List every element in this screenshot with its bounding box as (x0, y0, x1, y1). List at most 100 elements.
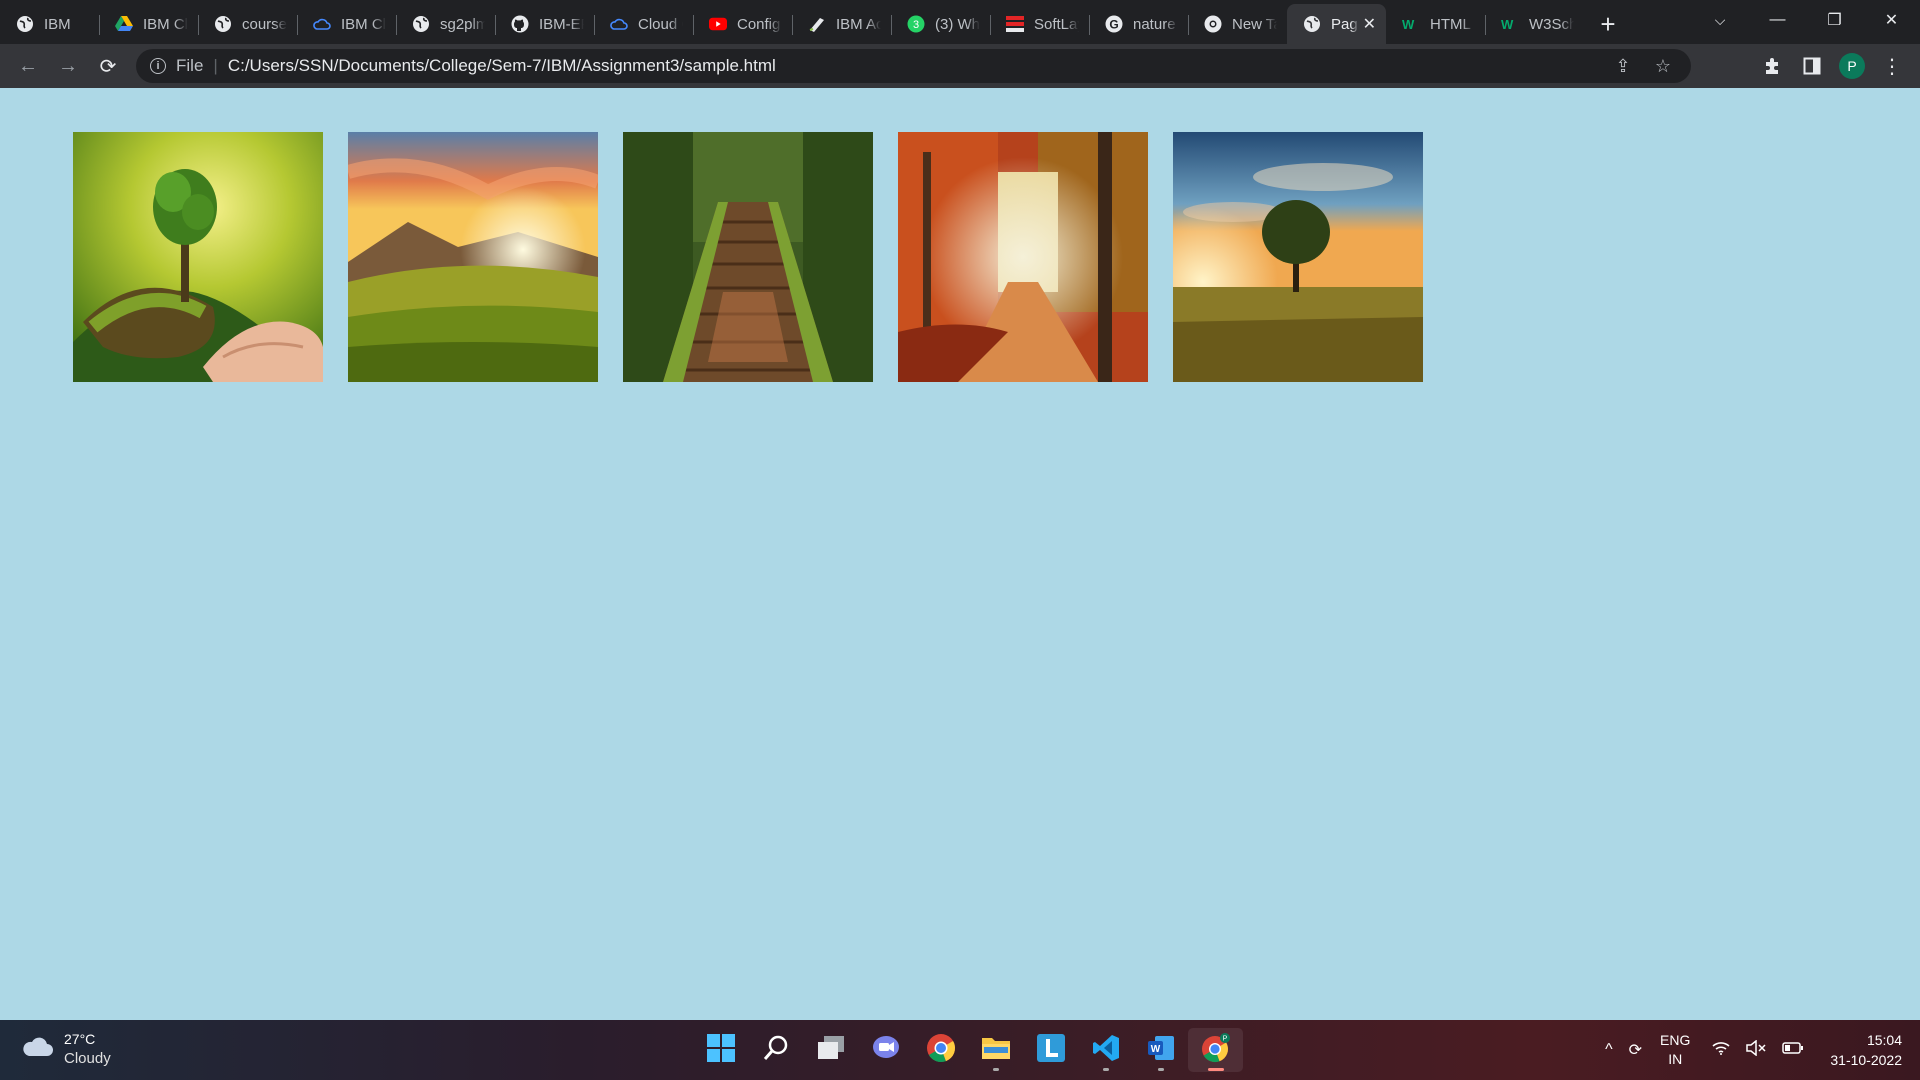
tab-ibm-cloud[interactable]: IBM Cl (297, 4, 396, 44)
task-view-button[interactable] (803, 1028, 858, 1072)
clock[interactable]: 15:04 31-10-2022 (1830, 1030, 1902, 1070)
github-icon (511, 15, 529, 33)
windows-taskbar: 27°C Cloudy W P ^ ⟳ ENG IN 15:04 31-10-2… (0, 1020, 1920, 1080)
softlayer-icon (1006, 15, 1024, 33)
vscode-button[interactable] (1078, 1028, 1133, 1072)
tab-page-active[interactable]: Pag ✕ (1287, 4, 1386, 44)
tab-sg2plm[interactable]: sg2plm (396, 4, 495, 44)
chrome-profile-icon: P (1200, 1032, 1232, 1069)
word-icon: W (1147, 1034, 1175, 1067)
weather-condition: Cloudy (64, 1050, 111, 1067)
google-drive-icon (115, 15, 133, 33)
image-gallery (73, 132, 1423, 382)
globe-icon (16, 15, 34, 33)
close-window-button[interactable]: ✕ (1863, 0, 1920, 40)
l-app-button[interactable] (1023, 1028, 1078, 1072)
youtube-icon (709, 15, 727, 33)
chrome-profile-taskbar-button[interactable]: P (1188, 1028, 1243, 1072)
running-indicator (1157, 1068, 1164, 1071)
address-bar-actions: ⇪ ☆ (1603, 49, 1683, 83)
tab-search-chevron-icon[interactable]: ⌵ (1700, 0, 1740, 40)
chevron-up-icon[interactable]: ^ (1605, 1041, 1613, 1059)
tab-title: (3) Wha (935, 15, 980, 33)
svg-text:G: G (1109, 18, 1118, 32)
restore-button[interactable]: ❐ (1806, 0, 1863, 40)
url-text[interactable]: C:/Users/SSN/Documents/College/Sem-7/IBM… (228, 56, 776, 76)
back-button[interactable]: ← (8, 46, 48, 86)
search-button[interactable] (748, 1028, 803, 1072)
tab-title: courses (242, 15, 287, 33)
tab-list: IBM IBM Cl courses IBM Cl sg2plm (0, 4, 1584, 44)
svg-text:P: P (1222, 1035, 1227, 1042)
reload-button[interactable]: ⟳ (88, 46, 128, 86)
lone-tree-field-sunset-photo (1173, 132, 1423, 382)
taskbar-apps: W P (693, 1028, 1243, 1072)
new-tab-button[interactable]: + (1588, 4, 1628, 44)
mountain-sunset-photo (348, 132, 598, 382)
tab-title: SoftLay (1034, 15, 1079, 33)
tab-html-w3schools[interactable]: W HTML (1386, 4, 1485, 44)
globe-icon (214, 15, 232, 33)
system-tray: ^ ⟳ ENG IN 15:04 31-10-2022 (1597, 1028, 1902, 1072)
tab-new-tab[interactable]: New Ta (1188, 4, 1287, 44)
close-tab-icon[interactable]: ✕ (1363, 14, 1376, 34)
tab-title: IBM (44, 15, 71, 33)
share-icon[interactable]: ⇪ (1603, 56, 1643, 77)
sync-icon[interactable]: ⟳ (1629, 1040, 1642, 1060)
svg-text:W: W (1501, 17, 1514, 31)
side-panel-icon[interactable] (1792, 46, 1832, 86)
address-bar[interactable]: i File | C:/Users/SSN/Documents/College/… (136, 49, 1691, 83)
minimize-button[interactable]: — (1749, 0, 1806, 40)
browser-tab-strip: IBM IBM Cl courses IBM Cl sg2plm (0, 0, 1920, 44)
forward-button[interactable]: → (48, 46, 88, 86)
tab-config-youtube[interactable]: Config (693, 4, 792, 44)
tab-title: Cloud C (638, 15, 683, 33)
start-button[interactable] (693, 1028, 748, 1072)
speaker-muted-icon[interactable] (1746, 1038, 1766, 1061)
ibm-cloud-icon (313, 15, 331, 33)
profile-avatar[interactable]: P (1839, 53, 1865, 79)
tab-title: HTML (1430, 15, 1471, 33)
word-button[interactable]: W (1133, 1028, 1188, 1072)
tab-title: W3Sch (1529, 15, 1574, 33)
w3schools-icon: W (1501, 15, 1519, 33)
folder-icon (981, 1035, 1011, 1066)
tab-w3schools[interactable]: W W3Sch (1485, 4, 1584, 44)
tab-cloud[interactable]: Cloud C (594, 4, 693, 44)
w3schools-icon: W (1402, 15, 1420, 33)
weather-temperature: 27°C (64, 1031, 96, 1047)
more-menu-icon[interactable]: ⋮ (1872, 46, 1912, 86)
chat-icon (872, 1035, 900, 1066)
tab-ibm-academy[interactable]: IBM Ac (792, 4, 891, 44)
globe-icon (412, 15, 430, 33)
cloud-icon (22, 1036, 54, 1063)
windows-logo-icon (706, 1033, 735, 1067)
chrome-taskbar-button[interactable] (913, 1028, 968, 1072)
tab-ibm[interactable]: IBM (0, 4, 99, 44)
search-icon (762, 1034, 790, 1067)
tab-ibm-ep-github[interactable]: IBM-EP (495, 4, 594, 44)
teams-chat-button[interactable] (858, 1028, 913, 1072)
clock-date: 31-10-2022 (1830, 1052, 1902, 1068)
tab-title: New Ta (1232, 15, 1277, 33)
file-explorer-button[interactable] (968, 1028, 1023, 1072)
info-icon[interactable]: i (150, 58, 166, 74)
tab-softlayer[interactable]: SoftLay (990, 4, 1089, 44)
l-app-icon (1036, 1033, 1065, 1067)
tab-title: IBM-EP (539, 15, 584, 33)
bookmark-star-icon[interactable]: ☆ (1643, 56, 1683, 77)
language-indicator[interactable]: ENG IN (1660, 1031, 1690, 1069)
globe-icon (1303, 15, 1321, 33)
language-code: ENG (1660, 1032, 1691, 1048)
weather-widget[interactable]: 27°C Cloudy (22, 1029, 111, 1069)
extensions-puzzle-icon[interactable] (1752, 46, 1792, 86)
tab-nature-google[interactable]: G nature (1089, 4, 1188, 44)
svg-text:W: W (1402, 17, 1415, 31)
wifi-icon[interactable] (1712, 1041, 1730, 1060)
tab-courses[interactable]: courses (198, 4, 297, 44)
page-content (0, 88, 1920, 1020)
tree-in-hands-photo (73, 132, 323, 382)
tab-ibm-cloud-drive[interactable]: IBM Cl (99, 4, 198, 44)
battery-icon[interactable] (1782, 1041, 1804, 1059)
tab-whatsapp[interactable]: 3 (3) Wha (891, 4, 990, 44)
